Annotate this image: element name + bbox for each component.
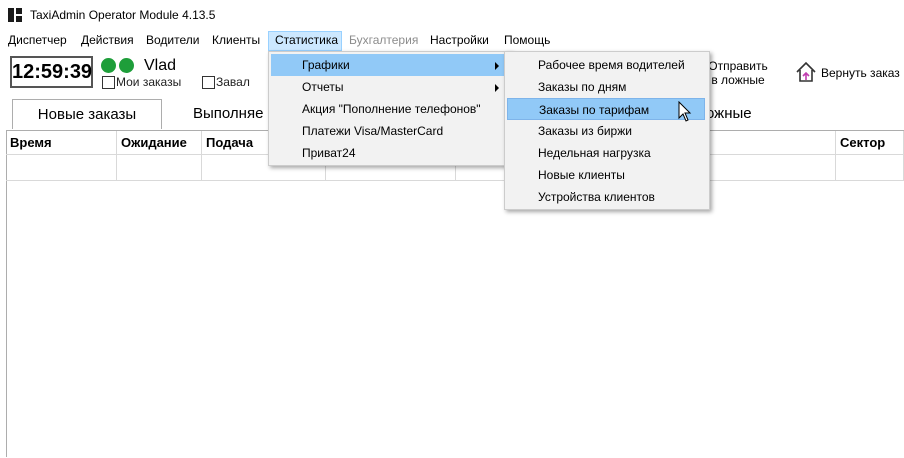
menu-item-visa-mastercard[interactable]: Платежи Visa/MasterCard (271, 120, 507, 142)
submenu-item-client-devices[interactable]: Устройства клиентов (507, 186, 705, 208)
operator-name: Vlad (144, 57, 177, 74)
return-order-label: Вернуть заказ (821, 66, 900, 80)
menu-settings[interactable]: Настройки (424, 31, 495, 51)
menu-clients[interactable]: Клиенты (206, 31, 266, 51)
menu-item-charts-label: Графики (302, 58, 350, 72)
menu-accounting: Бухгалтерия (349, 33, 419, 47)
menu-item-charts[interactable]: Графики (271, 54, 507, 76)
overload-checkbox[interactable] (202, 76, 215, 89)
col-header-waiting[interactable]: Ожидание (117, 131, 202, 155)
menu-bar: Диспетчер Действия Водители Клиенты Стат… (0, 31, 904, 51)
charts-submenu: Рабочее время водителей Заказы по дням З… (504, 51, 710, 210)
grid-cell[interactable] (836, 155, 904, 181)
submenu-item-orders-by-tariff[interactable]: Заказы по тарифам (507, 98, 705, 120)
my-orders-label: Мои заказы (116, 75, 182, 89)
title-bar: TaxiAdmin Operator Module 4.13.5 (0, 0, 904, 31)
grid-cell[interactable] (117, 155, 202, 181)
menu-drivers[interactable]: Водители (140, 31, 205, 51)
submenu-item-exchange-orders[interactable]: Заказы из биржи (507, 120, 705, 142)
menu-item-reports-label: Отчеты (302, 80, 344, 94)
submenu-arrow-icon (495, 62, 499, 70)
mouse-cursor-icon (678, 101, 692, 122)
grid-cell[interactable] (6, 155, 117, 181)
status-indicator-2 (119, 58, 134, 73)
submenu-arrow-icon (495, 84, 499, 92)
menu-item-reports[interactable]: Отчеты (271, 76, 507, 98)
menu-item-phone-topup-promo[interactable]: Акция "Пополнение телефонов" (271, 98, 507, 120)
window-title: TaxiAdmin Operator Module 4.13.5 (30, 8, 216, 22)
overload-label: Завал (216, 75, 250, 89)
send-to-false-label: Отправить в ложные (708, 59, 768, 87)
menu-item-privat24[interactable]: Приват24 (271, 142, 507, 164)
submenu-item-driver-work-time[interactable]: Рабочее время водителей (507, 54, 705, 76)
submenu-item-new-clients[interactable]: Новые клиенты (507, 164, 705, 186)
home-return-icon (796, 61, 816, 82)
col-header-time[interactable]: Время (6, 131, 117, 155)
menu-statistics[interactable]: Статистика (268, 31, 342, 51)
app-logo-icon (8, 8, 22, 22)
tab-completed[interactable]: Выполняе (193, 99, 273, 129)
menu-dispatcher[interactable]: Диспетчер (2, 31, 73, 51)
clock-display: 12:59:39 (10, 56, 93, 88)
statistics-menu: Графики Отчеты Акция "Пополнение телефон… (268, 51, 512, 166)
submenu-item-orders-by-day[interactable]: Заказы по дням (507, 76, 705, 98)
return-order-button[interactable]: Вернуть заказ (792, 60, 900, 86)
my-orders-checkbox[interactable] (102, 76, 115, 89)
submenu-item-weekly-load[interactable]: Недельная нагрузка (507, 142, 705, 164)
status-indicator-1 (101, 58, 116, 73)
tab-false[interactable]: ожные (706, 99, 776, 129)
send-to-false-button[interactable]: Отправить в ложные (704, 59, 772, 87)
menu-actions[interactable]: Действия (75, 31, 140, 51)
col-header-sector[interactable]: Сектор (836, 131, 904, 155)
orders-grid: Время Ожидание Подача Сектор (6, 130, 904, 458)
tab-new-orders[interactable]: Новые заказы (12, 99, 162, 129)
menu-help[interactable]: Помощь (498, 31, 556, 51)
